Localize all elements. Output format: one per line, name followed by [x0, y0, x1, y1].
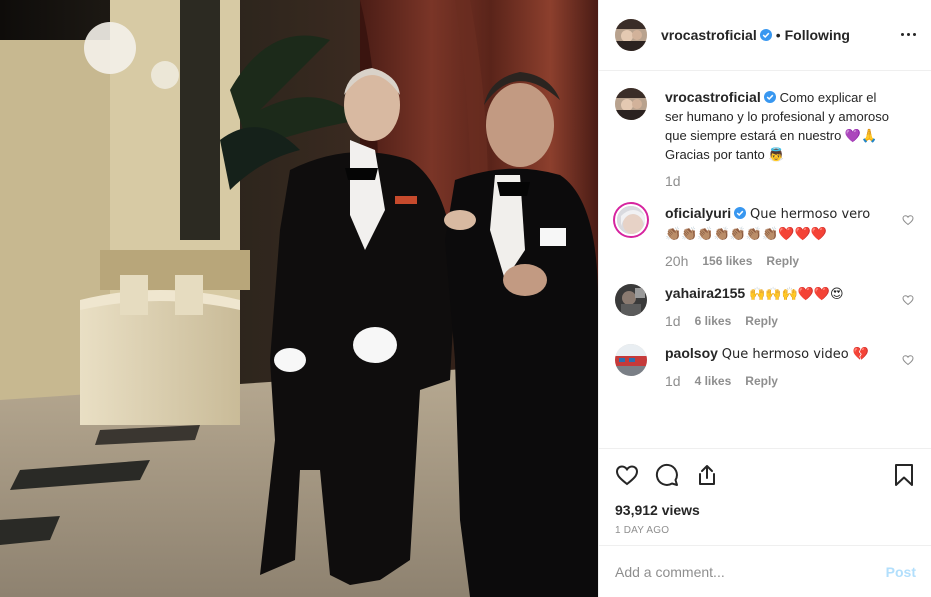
header-separator: • — [775, 27, 781, 43]
instagram-post-view: vrocastroficial • Following vrocastrofic… — [0, 0, 931, 597]
avatar-image — [615, 88, 647, 120]
post-header: vrocastroficial • Following — [599, 0, 931, 71]
comment-body: paolsoy Que hermoso video 💔 1d 4 likes R… — [665, 344, 889, 388]
author-avatar[interactable] — [615, 88, 647, 120]
verified-badge-icon — [734, 207, 747, 219]
comment-item: paolsoy Que hermoso video 💔 1d 4 likes R… — [615, 328, 916, 388]
comment-like-heart-icon[interactable] — [902, 214, 914, 226]
comment-body: oficialyuri Que hermoso vero 👏🏽👏🏽👏🏽👏🏽👏🏽👏… — [665, 204, 889, 268]
reply-button[interactable]: Reply — [766, 254, 799, 268]
post-timestamp[interactable]: 1 DAY AGO — [615, 525, 916, 536]
view-count[interactable]: 93,912 views — [615, 501, 916, 519]
commenter-avatar[interactable] — [615, 284, 647, 316]
comment-like-heart-icon[interactable] — [902, 294, 914, 306]
caption-body: vrocastroficial Como explicar el ser hum… — [665, 88, 889, 188]
comment-body: yahaira2155 🙌🙌🙌❤️❤️😍 1d 6 likes Reply — [665, 284, 889, 328]
comment-input[interactable] — [615, 563, 886, 580]
avatar-image — [615, 344, 647, 376]
comment-username[interactable]: paolsoy — [665, 345, 718, 361]
comment-item: yahaira2155 🙌🙌🙌❤️❤️😍 1d 6 likes Reply — [615, 268, 916, 328]
comments-list: vrocastroficial Como explicar el ser hum… — [599, 72, 931, 448]
post-actions: 93,912 views 1 DAY AGO — [599, 448, 931, 536]
comment-item: oficialyuri Que hermoso vero 👏🏽👏🏽👏🏽👏🏽👏🏽👏… — [615, 188, 916, 268]
header-identity: vrocastroficial • Following — [661, 27, 850, 43]
caption-meta: 1d — [665, 174, 889, 188]
commenter-avatar[interactable] — [615, 204, 647, 236]
comment-meta: 1d 6 likes Reply — [665, 314, 889, 328]
comment-meta: 1d 4 likes Reply — [665, 374, 889, 388]
share-icon[interactable] — [695, 463, 719, 487]
verified-badge-icon — [763, 91, 776, 103]
following-button[interactable]: Following — [785, 27, 850, 43]
comment-icon[interactable] — [655, 463, 679, 487]
post-details-panel: vrocastroficial • Following vrocastrofic… — [598, 0, 931, 597]
avatar-image — [617, 206, 645, 234]
author-avatar[interactable] — [615, 19, 647, 51]
commenter-avatar[interactable] — [615, 344, 647, 376]
comment-likes[interactable]: 4 likes — [695, 374, 732, 388]
add-comment-bar: Post — [599, 545, 931, 597]
action-icons-row — [615, 449, 916, 501]
comment-likes[interactable]: 6 likes — [695, 314, 732, 328]
bookmark-icon[interactable] — [892, 463, 916, 487]
post-video[interactable] — [0, 0, 598, 597]
avatar-image — [615, 19, 647, 51]
comment-time[interactable]: 20h — [665, 254, 688, 268]
comment-likes[interactable]: 156 likes — [702, 254, 752, 268]
heart-icon[interactable] — [615, 463, 639, 487]
video-frame — [0, 0, 598, 597]
author-username[interactable]: vrocastroficial — [661, 27, 757, 43]
comment-text: 🙌🙌🙌❤️❤️😍 — [749, 287, 844, 302]
comment-time[interactable]: 1d — [665, 314, 681, 328]
avatar-image — [615, 284, 647, 316]
comment-username[interactable]: oficialyuri — [665, 205, 731, 221]
reply-button[interactable]: Reply — [745, 314, 778, 328]
comment-text: Que hermoso video 💔 — [721, 347, 870, 362]
caption-username[interactable]: vrocastroficial — [665, 89, 761, 105]
comment-username[interactable]: yahaira2155 — [665, 285, 745, 301]
caption: vrocastroficial Como explicar el ser hum… — [615, 72, 916, 188]
comment-time[interactable]: 1d — [665, 374, 681, 388]
comment-meta: 20h 156 likes Reply — [665, 254, 889, 268]
more-options-icon[interactable] — [898, 24, 918, 44]
post-comment-button[interactable]: Post — [886, 564, 916, 580]
reply-button[interactable]: Reply — [745, 374, 778, 388]
verified-badge-icon — [759, 29, 772, 41]
comment-like-heart-icon[interactable] — [902, 354, 914, 366]
caption-time[interactable]: 1d — [665, 174, 681, 188]
